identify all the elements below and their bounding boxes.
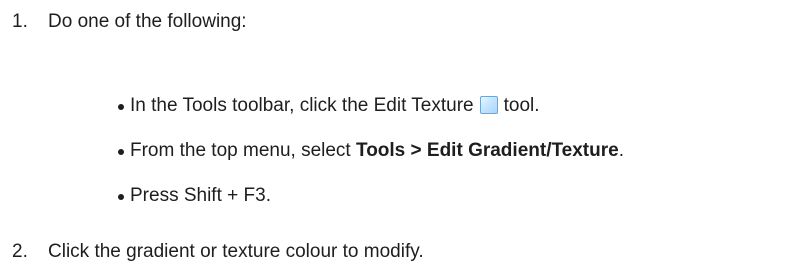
bullet-text-after: . <box>618 140 624 161</box>
bullet-text-before: From the top menu, select <box>130 140 356 161</box>
step-1-bullet-3: Press Shift + F3. <box>130 184 271 208</box>
step-number: 2. <box>12 241 28 262</box>
step-text: Click the gradient or texture colour to … <box>48 241 424 262</box>
step-1-bullet-1: In the Tools toolbar, click the Edit Tex… <box>130 94 540 118</box>
edit-texture-tool-icon <box>479 96 498 114</box>
bullet-dot <box>118 149 124 155</box>
step-1-bullet-2: From the top menu, select Tools > Edit G… <box>130 139 624 163</box>
step-1: 1. Do one of the following: <box>12 10 247 34</box>
bullet-text-before: In the Tools toolbar, click the Edit Tex… <box>130 95 474 116</box>
bullet-dot <box>118 104 124 110</box>
step-2: 2. Click the gradient or texture colour t… <box>12 240 424 264</box>
bullet-text-after: tool. <box>503 95 540 116</box>
step-number: 1. <box>12 11 28 32</box>
bullet-dot <box>118 194 124 200</box>
bullet-text: Press Shift + F3. <box>130 185 271 206</box>
menu-path: Tools > Edit Gradient/Texture <box>356 140 619 161</box>
step-text: Do one of the following: <box>48 11 247 32</box>
